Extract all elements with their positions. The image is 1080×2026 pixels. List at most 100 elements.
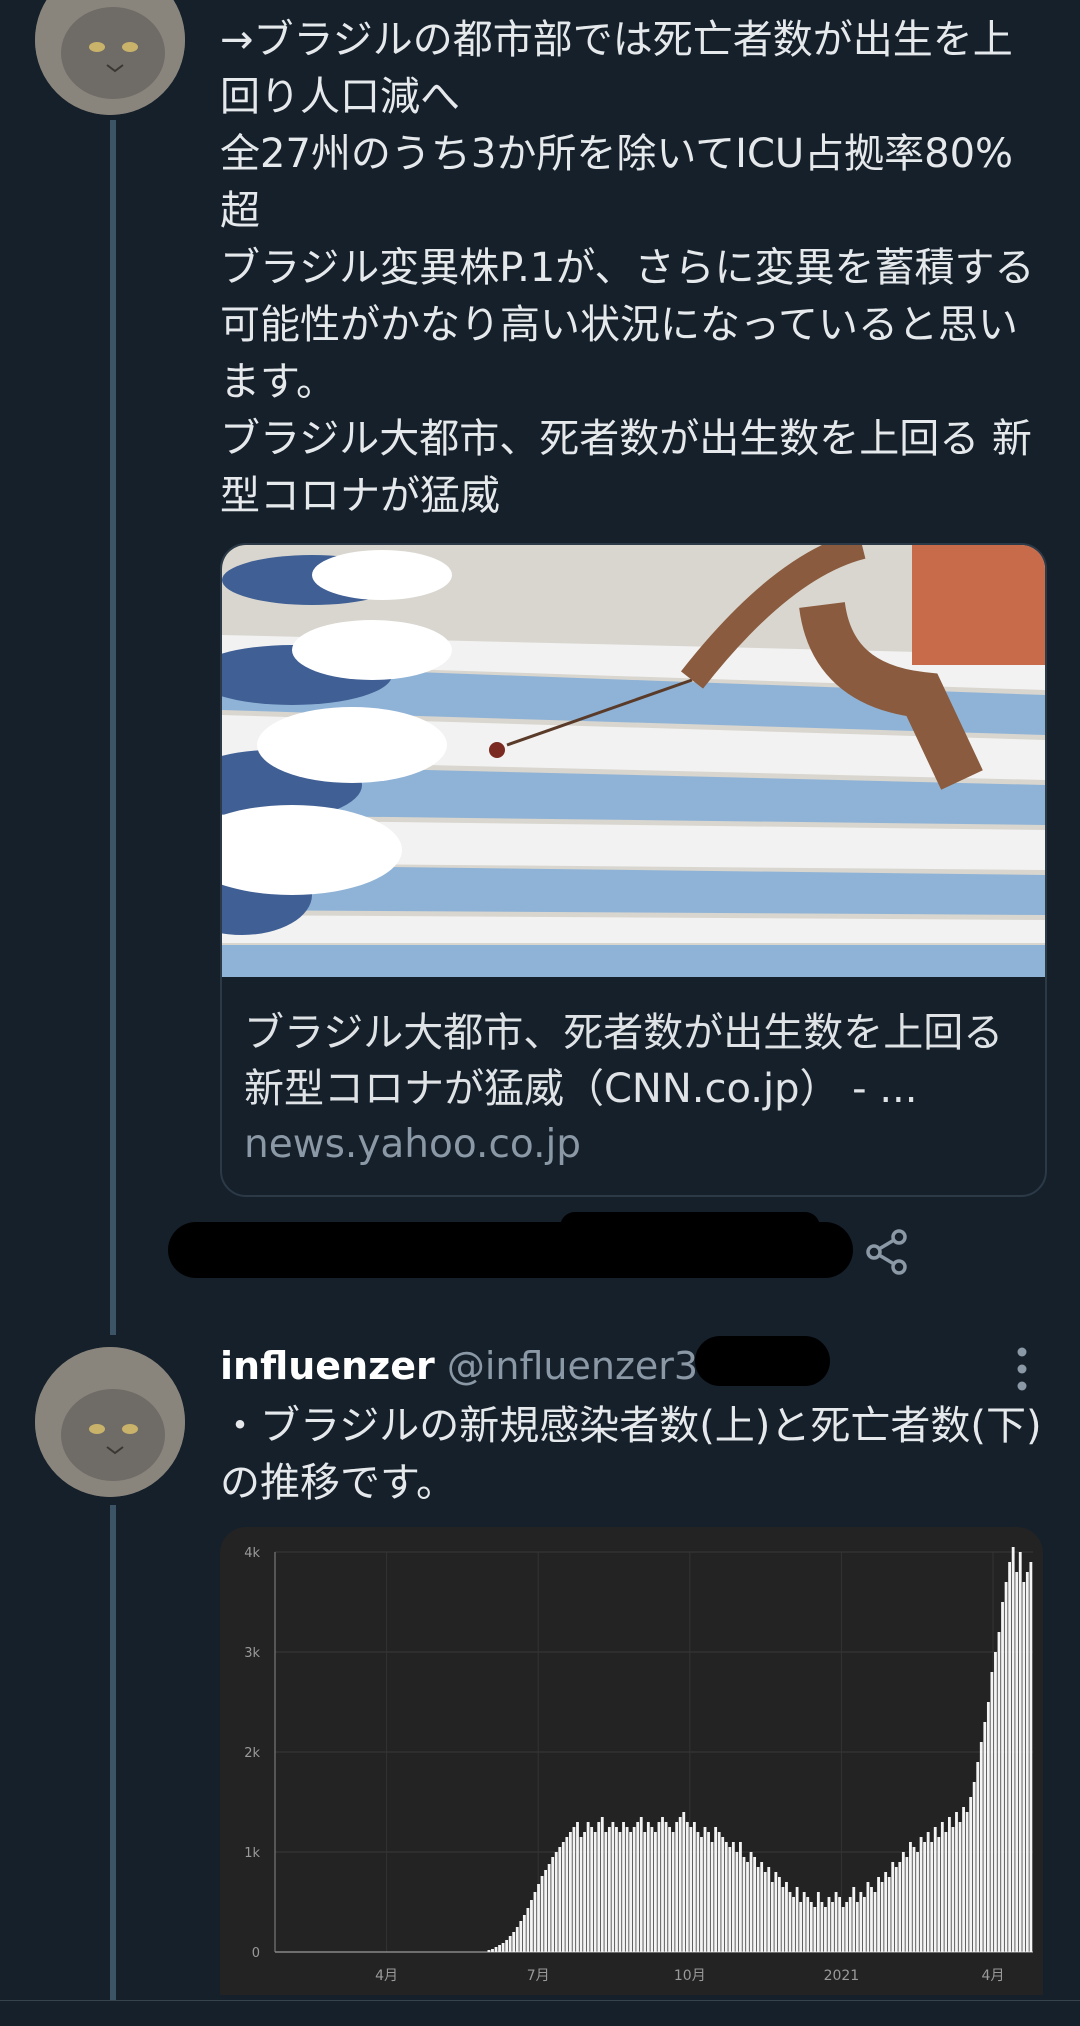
- bar: [568, 1832, 572, 1952]
- avatar[interactable]: [35, 1347, 185, 1497]
- redaction-bar: [695, 1336, 830, 1386]
- y-tick-label: 3k: [244, 1646, 260, 1661]
- bar: [887, 1877, 891, 1952]
- bar: [540, 1876, 544, 1952]
- bar: [852, 1887, 856, 1952]
- bar: [937, 1837, 941, 1952]
- bar: [781, 1887, 785, 1952]
- bar: [703, 1827, 707, 1952]
- bar: [802, 1892, 806, 1952]
- more-vert-icon[interactable]: [1012, 1346, 1032, 1392]
- bar: [629, 1832, 633, 1952]
- bar: [501, 1943, 505, 1952]
- bar: [689, 1827, 693, 1952]
- bar: [841, 1907, 845, 1952]
- bar: [646, 1822, 650, 1952]
- bar: [625, 1827, 629, 1952]
- bar: [710, 1842, 714, 1952]
- x-tick-label: 4月: [982, 1968, 1005, 1984]
- link-card[interactable]: ブラジル大都市、死者数が出生数を上回る 新型コロナが猛威（CNN.co.jp） …: [220, 543, 1047, 1197]
- bar: [855, 1902, 859, 1952]
- bar: [565, 1837, 569, 1952]
- bar: [572, 1827, 576, 1952]
- bar: [884, 1872, 888, 1952]
- bar: [505, 1940, 509, 1952]
- bar: [958, 1822, 962, 1952]
- bar: [547, 1864, 551, 1952]
- bar: [777, 1877, 781, 1952]
- bar: [955, 1812, 958, 1952]
- bar: [845, 1902, 849, 1952]
- bar: [576, 1822, 579, 1952]
- bar: [583, 1832, 586, 1952]
- bar: [714, 1827, 718, 1952]
- bar: [558, 1847, 562, 1952]
- bar: [827, 1897, 831, 1952]
- bar: [622, 1822, 625, 1952]
- bar: [930, 1842, 934, 1952]
- bar: [533, 1892, 537, 1952]
- thread-line: [110, 120, 116, 1335]
- bar: [654, 1832, 657, 1952]
- bar: [774, 1872, 778, 1952]
- bar: [512, 1932, 516, 1952]
- bar: [717, 1832, 721, 1952]
- bar: [742, 1857, 746, 1952]
- bar: [905, 1857, 909, 1952]
- handle[interactable]: @influenzer3 ·: [447, 1344, 722, 1388]
- bar: [795, 1887, 799, 1952]
- bar: [632, 1827, 636, 1952]
- tweet-text: →ブラジルの都市部では死亡者数が出生を上回り人口減へ 全27州のうち3か所を除い…: [220, 17, 1035, 519]
- bar: [969, 1797, 973, 1952]
- thread-line: [110, 1505, 116, 2000]
- bar: [926, 1832, 930, 1952]
- bar: [990, 1672, 994, 1952]
- bar: [682, 1812, 686, 1952]
- bar: [618, 1832, 622, 1952]
- share-icon[interactable]: [862, 1227, 912, 1277]
- bar: [785, 1882, 788, 1952]
- bar: [965, 1812, 969, 1952]
- bar: [1008, 1562, 1012, 1952]
- y-tick-label: 2k: [244, 1746, 260, 1761]
- bar: [873, 1892, 877, 1952]
- bar: [1025, 1572, 1029, 1952]
- chart-image[interactable]: 0 1k 2k 3k 4k 4月 7月 10月 2021 4月: [220, 1527, 1043, 1995]
- bar: [650, 1827, 654, 1952]
- bar: [894, 1867, 898, 1952]
- bar: [997, 1632, 1001, 1952]
- bar: [544, 1870, 548, 1952]
- bar: [607, 1827, 611, 1952]
- bar: [760, 1862, 764, 1952]
- bar: [685, 1822, 689, 1952]
- bar: [494, 1947, 498, 1952]
- bar: [1015, 1572, 1019, 1952]
- bar: [763, 1872, 767, 1952]
- bar: [671, 1832, 675, 1952]
- bar: [870, 1887, 873, 1952]
- bar: [597, 1822, 601, 1952]
- bar: [898, 1862, 902, 1952]
- bar: [707, 1832, 710, 1952]
- bar: [515, 1927, 519, 1952]
- bar: [848, 1897, 852, 1952]
- bar: [721, 1837, 725, 1952]
- bar: [1022, 1582, 1026, 1952]
- y-tick-label: 4k: [244, 1546, 260, 1561]
- bottom-bar: [0, 2000, 1080, 2026]
- avatar-cat-image: [35, 0, 185, 115]
- avatar[interactable]: [35, 0, 185, 115]
- bar: [561, 1842, 565, 1952]
- bar: [735, 1852, 739, 1952]
- bar: [809, 1902, 813, 1952]
- bar: [491, 1949, 494, 1952]
- tweet-text: ・ブラジルの新規感染者数(上)と死亡者数(下)の推移です。: [220, 1403, 1042, 1506]
- bar: [806, 1897, 810, 1952]
- bar: [1011, 1547, 1015, 1952]
- bar: [986, 1702, 990, 1952]
- display-name[interactable]: influenzer: [220, 1344, 435, 1388]
- bar: [586, 1822, 590, 1952]
- card-domain: news.yahoo.co.jp: [244, 1122, 582, 1167]
- bar: [880, 1882, 884, 1952]
- bar: [919, 1837, 923, 1952]
